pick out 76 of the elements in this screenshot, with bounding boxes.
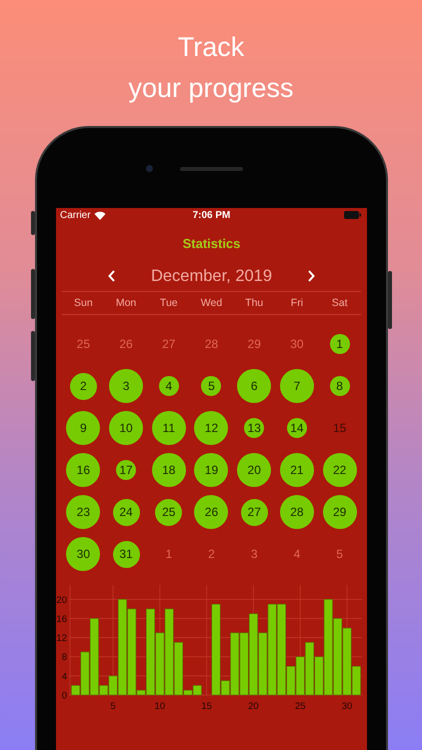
day-circle: 12: [194, 411, 228, 445]
day-circle: 30: [66, 537, 100, 571]
day-circle: 24: [112, 498, 140, 526]
day-circle: 5: [201, 376, 222, 396]
day-circle: 21: [280, 453, 314, 487]
day-number: 2: [208, 547, 215, 561]
chart-bar: [296, 656, 305, 696]
day-circle: 19: [194, 453, 228, 487]
day-circle: 4: [158, 376, 179, 396]
day-circle: 28: [280, 495, 314, 529]
day-circle: 2: [70, 372, 97, 400]
day-number: 25: [76, 337, 90, 351]
axis-label: 20: [56, 594, 67, 606]
axis-label: 10: [154, 701, 166, 712]
clock-time: 7:06 PM: [192, 210, 230, 220]
day-number: 29: [248, 337, 261, 351]
day-circle: 18: [152, 453, 186, 487]
day-circle: 25: [155, 498, 182, 526]
day-circle: 26: [194, 495, 228, 529]
day-number: 28: [204, 337, 218, 351]
day-number: 1: [165, 547, 172, 561]
headline-text: your progress: [128, 72, 294, 105]
battery-icon: [344, 211, 361, 219]
axis-label: 25: [294, 701, 306, 712]
chart-bar: [305, 642, 314, 696]
weekday-label: Tue: [160, 297, 178, 309]
axis-label: 12: [56, 633, 67, 644]
weekday-label: Mon: [116, 297, 136, 309]
day-number: 27: [162, 337, 176, 351]
day-circle: 6: [237, 369, 272, 403]
day-circle: 27: [240, 498, 268, 526]
day-number: 15: [332, 421, 346, 435]
day-circle: 22: [322, 453, 357, 487]
axis-label: 4: [62, 671, 67, 682]
day-circle: 13: [244, 418, 264, 438]
weekday-label: Sat: [332, 297, 348, 309]
day-circle: 11: [152, 411, 186, 445]
chart-bar: [155, 632, 164, 696]
carrier-label: Carrier: [60, 210, 91, 220]
axis-label: 5: [110, 701, 116, 712]
day-circle: 16: [66, 453, 100, 487]
weekday-label: Thu: [245, 297, 264, 309]
day-circle: 8: [330, 376, 350, 396]
chart-bar: [240, 632, 249, 696]
day-number: 26: [119, 337, 133, 351]
day-circle: 14: [286, 418, 307, 438]
day-circle: 23: [66, 495, 100, 529]
day-number: 5: [336, 547, 343, 561]
axis-label: 15: [201, 701, 212, 712]
day-circle: 9: [66, 411, 100, 445]
screen-title: Statistics: [182, 235, 242, 253]
day-circle: 7: [280, 369, 314, 403]
month-title: December, 2019: [150, 266, 272, 286]
weekday-label: Sun: [74, 297, 93, 309]
weekday-label: Fri: [290, 297, 304, 309]
axis-label: 16: [56, 614, 67, 625]
previous-month-icon[interactable]: [106, 269, 117, 283]
day-circle: 3: [109, 369, 144, 403]
day-circle: 29: [322, 495, 357, 529]
axis-label: 0: [62, 690, 67, 702]
day-circle: 17: [116, 460, 136, 480]
speaker-icon: [180, 167, 243, 171]
axis-label: 20: [248, 701, 259, 712]
day-circle: 31: [112, 540, 140, 568]
weekday-label: Wed: [200, 297, 222, 309]
day-circle: 10: [109, 411, 144, 445]
day-number: 3: [250, 547, 258, 561]
day-circle: 1: [330, 334, 350, 354]
axis-label: 30: [342, 701, 352, 712]
wifi-icon: [94, 210, 106, 220]
axis-label: 8: [62, 652, 67, 664]
day-number: 30: [290, 337, 304, 351]
day-circle: 20: [237, 453, 272, 487]
day-number: 4: [294, 547, 300, 561]
headline-text: Track: [178, 31, 244, 64]
next-month-icon[interactable]: [306, 269, 316, 283]
